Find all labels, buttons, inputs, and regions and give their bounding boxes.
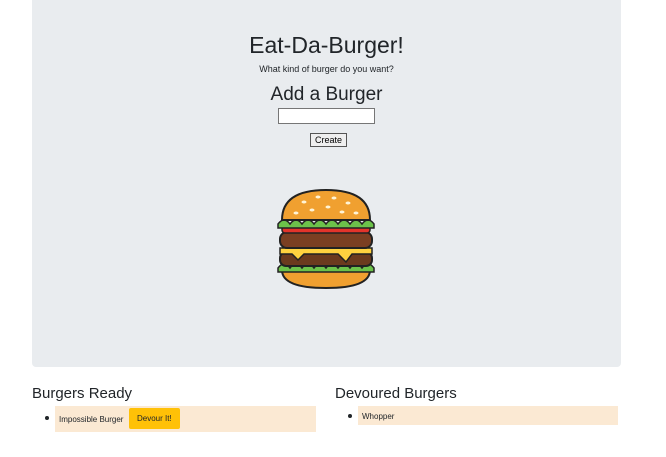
create-button[interactable]: Create bbox=[310, 133, 348, 147]
bullet-icon bbox=[348, 414, 352, 418]
burger-name-input[interactable] bbox=[278, 108, 375, 124]
devoured-burgers-heading: Devoured Burgers bbox=[335, 385, 457, 402]
devoured-list: Whopper bbox=[348, 406, 618, 425]
devour-button[interactable]: Devour It! bbox=[129, 408, 180, 429]
burgers-ready-heading: Burgers Ready bbox=[32, 385, 133, 402]
jumbotron: Eat-Da-Burger! What kind of burger do yo… bbox=[32, 0, 621, 367]
burger-name: Impossible Burger bbox=[59, 415, 124, 424]
ready-list: Impossible Burger Devour It! bbox=[45, 406, 316, 432]
list-item: Whopper bbox=[348, 406, 618, 425]
page-title: Eat-Da-Burger! bbox=[249, 32, 404, 58]
list-item: Impossible Burger Devour It! bbox=[45, 406, 316, 432]
page-subtitle: What kind of burger do you want? bbox=[259, 64, 394, 74]
add-burger-heading: Add a Burger bbox=[270, 84, 383, 105]
bullet-icon bbox=[45, 416, 49, 420]
burger-image bbox=[277, 188, 375, 290]
burger-name: Whopper bbox=[362, 412, 395, 421]
